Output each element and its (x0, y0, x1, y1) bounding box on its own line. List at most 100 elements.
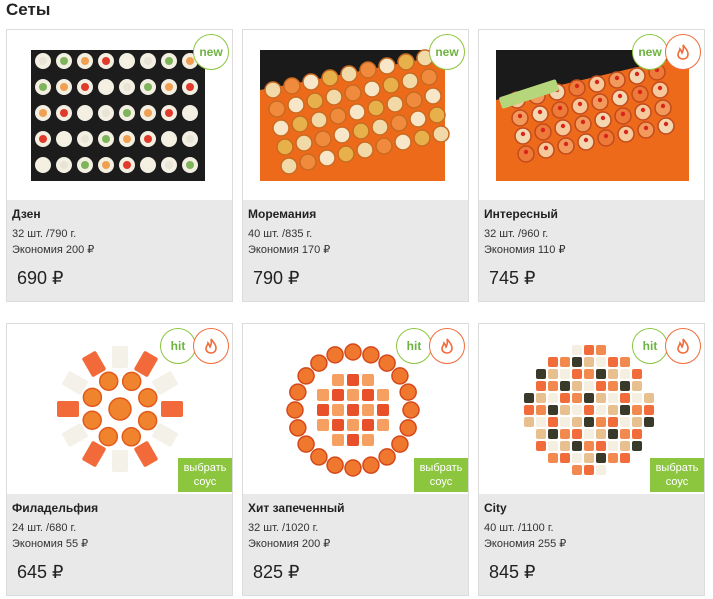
sushi-piece (98, 426, 119, 447)
sushi-piece (57, 401, 79, 417)
sushi-piece (399, 419, 417, 437)
sushi-piece (560, 405, 570, 415)
sushi-piece (165, 83, 173, 91)
sushi-piece (144, 135, 152, 143)
sushi-piece (644, 417, 654, 427)
sushi-piece (399, 383, 417, 401)
product-name[interactable]: Моремания (248, 207, 316, 221)
sushi-piece (123, 109, 131, 117)
sushi-piece (560, 417, 570, 427)
product-name[interactable]: City (484, 501, 507, 515)
sushi-piece (634, 71, 640, 77)
sushi-piece (523, 149, 529, 155)
product-card-dzen[interactable]: new Дзен 32 шт. /790 г. Экономия 200 ₽ 6… (6, 29, 233, 302)
sushi-piece (572, 369, 582, 379)
sushi-piece (620, 441, 630, 451)
product-photo[interactable]: new (7, 30, 232, 200)
sushi-piece (596, 405, 606, 415)
product-photo[interactable]: new (479, 30, 704, 200)
hit-badge: hit (160, 328, 196, 364)
sushi-piece (548, 357, 558, 367)
sushi-piece (584, 405, 594, 415)
sushi-piece (391, 367, 409, 385)
sushi-piece (600, 115, 606, 121)
sushi-piece (310, 111, 328, 129)
sushi-piece (632, 429, 642, 439)
sushi-piece (60, 83, 68, 91)
product-pieces: 40 шт. /835 г. (248, 228, 313, 240)
sushi-piece (432, 125, 450, 143)
sushi-piece (596, 369, 606, 379)
page-title: Сеты (6, 0, 51, 19)
sushi-piece (326, 456, 344, 474)
product-name[interactable]: Филадельфия (12, 501, 98, 515)
sushi-piece (572, 381, 582, 391)
sushi-piece (286, 401, 304, 419)
product-saving: Экономия 200 ₽ (12, 244, 95, 256)
sushi-piece (347, 404, 359, 416)
sushi-piece (60, 161, 68, 169)
sushi-piece (632, 441, 642, 451)
sushi-piece (386, 95, 404, 113)
sushi-piece (640, 107, 646, 113)
sushi-piece (362, 404, 374, 416)
sushi-piece (82, 387, 103, 408)
sushi-piece (102, 83, 110, 91)
sushi-piece (608, 417, 618, 427)
product-photo[interactable]: hit выбрать соус (243, 324, 468, 494)
sushi-piece (347, 389, 359, 401)
sushi-piece (608, 393, 618, 403)
sushi-piece (121, 371, 142, 392)
sushi-piece (302, 73, 320, 91)
sushi-piece (102, 161, 110, 169)
product-card-interesny[interactable]: new Интересный 32 шт. /960 г. Экономия 1… (478, 29, 705, 302)
sushi-piece (82, 410, 102, 431)
product-name[interactable]: Хит запеченный (248, 501, 344, 515)
sushi-piece (321, 69, 339, 87)
product-card-philadelphia[interactable]: hit выбрать соус Филадельфия 24 шт. /680… (6, 323, 233, 596)
sushi-piece (186, 83, 194, 91)
sushi-piece (362, 389, 374, 401)
sushi-piece (543, 145, 549, 151)
sushi-piece (378, 57, 396, 75)
sushi-piece (536, 405, 546, 415)
sushi-piece (657, 85, 663, 91)
sushi-piece (536, 369, 546, 379)
sushi-piece (362, 456, 380, 474)
sushi-piece (428, 106, 446, 124)
product-info: Интересный 32 шт. /960 г. Экономия 110 ₽… (479, 200, 704, 301)
sushi-piece (596, 429, 606, 439)
sushi-piece (548, 417, 558, 427)
product-photo[interactable]: hit выбрать соус (7, 324, 232, 494)
sushi-piece (310, 354, 328, 372)
badges: new (193, 34, 229, 70)
choose-sauce-button[interactable]: выбрать соус (178, 458, 232, 492)
choose-sauce-button[interactable]: выбрать соус (650, 458, 704, 492)
sushi-piece (517, 113, 523, 119)
product-price: 645 ₽ (17, 562, 64, 582)
sushi-piece (332, 389, 344, 401)
sushi-piece (337, 145, 355, 163)
badges: hit (632, 328, 701, 364)
product-photo[interactable]: hit выбрать соус (479, 324, 704, 494)
sushi-piece (382, 76, 400, 94)
product-name[interactable]: Интересный (484, 207, 558, 221)
choose-sauce-button[interactable]: выбрать соус (414, 458, 468, 492)
fire-icon (665, 34, 701, 70)
product-name[interactable]: Дзен (12, 207, 41, 221)
sushi-piece (359, 61, 377, 79)
sushi-piece (102, 135, 110, 143)
fire-icon (193, 328, 229, 364)
fire-icon (665, 328, 701, 364)
product-photo[interactable]: new (243, 30, 468, 200)
sushi-piece (580, 119, 586, 125)
sushi-piece (397, 53, 415, 71)
badges: new (632, 34, 701, 70)
product-card-city[interactable]: hit выбрать соус City 40 шт. /1100 г. Эк… (478, 323, 705, 596)
product-card-hit-baked[interactable]: hit выбрать соус Хит запеченный 32 шт. /… (242, 323, 469, 596)
sushi-piece (409, 110, 427, 128)
sushi-piece (108, 397, 132, 421)
sushi-piece (347, 434, 359, 446)
product-card-moremania[interactable]: new Моремания 40 шт. /835 г. Экономия 17… (242, 29, 469, 302)
sushi-piece (112, 450, 128, 472)
